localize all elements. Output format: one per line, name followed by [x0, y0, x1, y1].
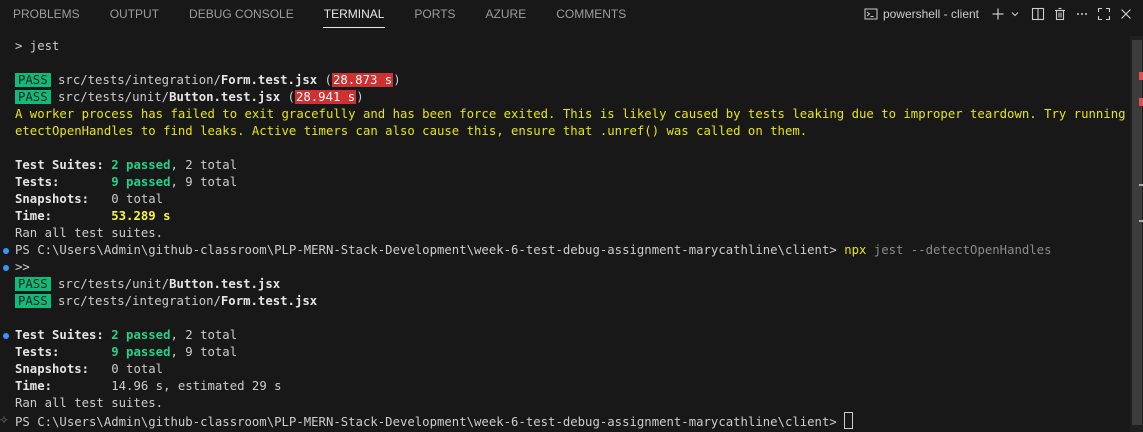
pass-badge: PASS: [15, 294, 51, 308]
summary-ran: Ran all test suites.: [15, 226, 164, 240]
chevron-down-icon: [1011, 12, 1019, 17]
test-result-row: PASS src/tests/integration/Form.test.jsx: [15, 293, 317, 310]
tab-ports[interactable]: PORTS: [407, 0, 462, 28]
maximize-panel-button[interactable]: [1093, 3, 1115, 25]
more-icon: [1077, 13, 1087, 15]
summary-ran: Ran all test suites.: [15, 396, 164, 410]
tab-debug-console[interactable]: DEBUG CONSOLE: [182, 0, 301, 28]
summary-snapshots: Snapshots: 0 total: [15, 192, 164, 206]
terminal-name: powershell - client: [882, 7, 979, 21]
summary-suites: Test Suites: 2 passed, 2 total: [15, 158, 238, 172]
pass-badge: PASS: [15, 90, 51, 104]
slow-time-badge: 28.941 s: [294, 90, 357, 104]
trash-icon: [1055, 7, 1065, 21]
pass-badge: PASS: [15, 277, 51, 291]
tab-comments[interactable]: COMMENTS: [549, 0, 633, 28]
terminal-icon: [864, 8, 878, 20]
kill-terminal-button[interactable]: [1049, 3, 1071, 25]
terminal-scrollbar[interactable]: [1130, 36, 1143, 432]
close-panel-button[interactable]: [1115, 3, 1137, 25]
more-actions-button[interactable]: [1071, 3, 1093, 25]
scrollbar-error-marker: [1139, 72, 1143, 80]
tab-azure[interactable]: AZURE: [479, 0, 534, 28]
pass-badge: PASS: [15, 73, 51, 87]
command-decoration-dot[interactable]: [3, 248, 9, 254]
new-terminal-button[interactable]: [987, 3, 1009, 25]
tab-terminal[interactable]: TERMINAL: [317, 0, 392, 28]
plus-icon: [992, 8, 1004, 20]
warning-line: A worker process has failed to exit grac…: [15, 107, 1143, 121]
prompt-line: PS C:\Users\Admin\github-classroom\PLP-M…: [15, 243, 1052, 257]
test-result-row: PASS src/tests/unit/Button.test.jsx: [15, 276, 280, 293]
split-icon: [1031, 7, 1045, 21]
close-icon: [1121, 9, 1131, 19]
summary-time: Time: 14.96 s, estimated 29 s: [15, 379, 282, 393]
terminal-output[interactable]: > jest PASS src/tests/integration/Form.t…: [0, 36, 1143, 432]
launch-profile-button[interactable]: [1009, 3, 1021, 25]
split-terminal-button[interactable]: [1027, 3, 1049, 25]
test-result-row: PASS src/tests/integration/Form.test.jsx…: [15, 72, 401, 89]
summary-tests: Tests: 9 passed, 9 total: [15, 345, 238, 359]
command-decoration-dot[interactable]: [3, 265, 9, 271]
warning-line: etectOpenHandles to find leaks. Active t…: [15, 124, 808, 138]
summary-snapshots: Snapshots: 0 total: [15, 362, 164, 376]
tab-output[interactable]: OUTPUT: [103, 0, 166, 28]
summary-time: Time: 53.289 s: [15, 209, 171, 223]
scrollbar-marker: [1139, 220, 1143, 222]
continuation-line: >>: [15, 260, 30, 274]
slow-time-badge: 28.873 s: [331, 73, 394, 87]
command-decoration-dot[interactable]: [3, 333, 9, 339]
maximize-icon: [1097, 7, 1111, 21]
scrollbar-marker: [1139, 184, 1143, 186]
terminal-cursor: [844, 412, 854, 429]
command-line: > jest: [15, 39, 60, 53]
terminal-selector[interactable]: powershell - client: [864, 7, 979, 21]
tab-problems[interactable]: PROBLEMS: [6, 0, 87, 28]
summary-suites: Test Suites: 2 passed, 2 total: [15, 328, 238, 342]
terminal-toolbar: powershell - client: [864, 0, 1143, 28]
prompt-line[interactable]: PS C:\Users\Admin\github-classroom\PLP-M…: [15, 412, 854, 429]
resize-handle-icon[interactable]: ⟡: [0, 412, 8, 427]
summary-tests: Tests: 9 passed, 9 total: [15, 175, 238, 189]
test-result-row: PASS src/tests/unit/Button.test.jsx (28.…: [15, 89, 364, 106]
scrollbar-error-marker: [1139, 98, 1143, 106]
